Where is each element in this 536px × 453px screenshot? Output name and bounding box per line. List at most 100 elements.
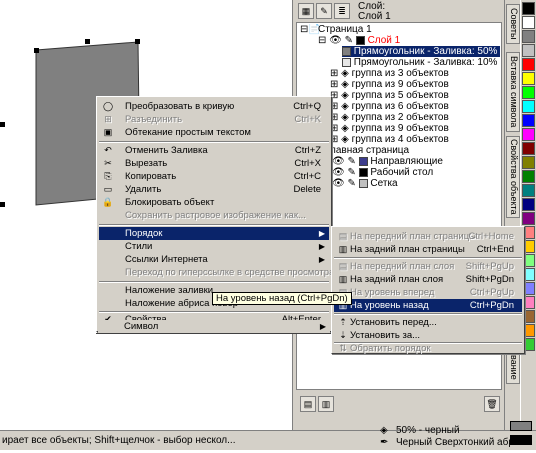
layer-name: Слой 1 <box>358 11 391 22</box>
palette-swatch[interactable] <box>522 72 535 85</box>
tree-item-group[interactable]: ⊞ ◈ группа из 2 объектов <box>330 112 500 123</box>
tree-item-layer[interactable]: ⊟ 👁 ✎ Слой 1 <box>318 35 500 46</box>
edit-icon[interactable]: ✎ <box>316 3 332 19</box>
menu-item-follow-hyperlink[interactable]: Переход по гиперссылке в средстве просмо… <box>99 266 334 279</box>
selection-handle[interactable] <box>135 39 140 44</box>
tree-item-group[interactable]: ⊞ ◈ группа из 3 объектов <box>330 68 500 79</box>
palette-swatch[interactable] <box>522 16 535 29</box>
menu-item-order[interactable]: Порядок ▶ <box>99 227 329 240</box>
tree-item-group[interactable]: ⊞ ◈ группа из 4 объектов <box>330 134 500 145</box>
status-bar: ирает все объекты; Shift+щелчок - выбор … <box>0 421 536 450</box>
menu-item-cut[interactable]: ✂ Вырезать Ctrl+X <box>99 157 329 170</box>
tree-item-page[interactable]: ⊟📄Страница 1 <box>300 24 500 35</box>
tooltip: На уровень назад (Ctrl+PgDn) <box>212 292 352 305</box>
layer-front-icon: ▤ <box>338 261 348 271</box>
tree-item-group[interactable]: ⊞ ◈ группа из 5 объектов <box>330 90 500 101</box>
fill-swatch <box>510 421 532 431</box>
palette-swatch[interactable] <box>522 198 535 211</box>
menu-separator <box>334 257 522 259</box>
palette-swatch[interactable] <box>522 30 535 43</box>
layers-icon[interactable]: ≣ <box>334 3 350 19</box>
to-back-icon: ▥ <box>338 244 348 254</box>
tree-item-rectangle-selected[interactable]: Прямоугольник - Заливка: 50% - черн <box>342 46 500 57</box>
undo-icon: ↶ <box>104 145 112 155</box>
tree-item-guides[interactable]: 👁 ✎ Направляющие <box>332 156 500 167</box>
palette-swatch[interactable] <box>522 142 535 155</box>
outline-icon: ✒ <box>380 437 389 448</box>
palette-swatch[interactable] <box>522 100 535 113</box>
submenu-behind[interactable]: ⇣ Установить за... <box>334 329 522 342</box>
submenu-forward-one[interactable]: ▤На уровень впередCtrl+PgUp <box>334 286 522 299</box>
selection-handle[interactable] <box>34 48 39 53</box>
palette-swatch[interactable] <box>522 156 535 169</box>
tree-item-desktop[interactable]: 👁 ✎ Рабочий стол <box>332 167 500 178</box>
status-hint: ирает все объекты; Shift+щелчок - выбор … <box>2 435 236 446</box>
submenu-to-front-of-page[interactable]: ▤ На передний план страницы Ctrl+Home <box>334 230 522 243</box>
behind-icon: ⇣ <box>339 330 347 340</box>
palette-swatch[interactable] <box>522 86 535 99</box>
palette-swatch[interactable] <box>522 2 535 15</box>
docker-toolbar: ▦ ✎ ≣ Слой: Слой 1 <box>296 2 502 22</box>
menu-item-save-bitmap[interactable]: Сохранить растровое изображение как... <box>99 209 329 222</box>
menu-separator <box>99 141 329 143</box>
palette-swatch[interactable] <box>522 184 535 197</box>
palette-swatch[interactable] <box>522 58 535 71</box>
delete-icon: ▭ <box>103 184 113 194</box>
submenu-arrow-icon: ▶ <box>318 255 325 264</box>
submenu-to-front-of-layer[interactable]: ▤ На передний план слоя Shift+PgUp <box>334 260 522 273</box>
menu-item-convert-to-curves[interactable]: ◯ Преобразовать в кривую Ctrl+Q <box>99 100 329 113</box>
menu-item-copy[interactable]: ⎘ Копировать Ctrl+C <box>99 170 329 183</box>
tree-item-grid[interactable]: 👁 ✎ Сетка <box>332 178 500 189</box>
palette-swatch[interactable] <box>522 44 535 57</box>
submenu-arrow-icon: ▶ <box>318 229 325 238</box>
menu-item-symbol[interactable]: Символ ▶ <box>98 320 330 333</box>
palette-swatch[interactable] <box>522 170 535 183</box>
submenu-to-back-of-page[interactable]: ▥ На задний план страницы Ctrl+End <box>334 243 522 256</box>
new-master-layer-icon[interactable]: ▥ <box>318 396 334 412</box>
submenu-reverse-order[interactable]: ⇅ Обратить порядок <box>334 342 522 355</box>
new-layer-icon[interactable]: ▤ <box>300 396 316 412</box>
reverse-order-icon: ⇅ <box>339 343 347 353</box>
scissors-icon: ✂ <box>104 158 112 168</box>
menu-item-text-wrap[interactable]: ▣ Обтекание простым текстом <box>99 126 329 139</box>
palette-swatch[interactable] <box>522 114 535 127</box>
submenu-arrow-icon: ▶ <box>319 322 326 331</box>
page-icon[interactable]: ▦ <box>298 3 314 19</box>
selection-handle[interactable] <box>0 122 5 127</box>
submenu-back-one[interactable]: ▥ На уровень назад Ctrl+PgDn <box>334 299 522 312</box>
menu-bottom-edge <box>96 333 332 334</box>
submenu-in-front-of[interactable]: ⇡ Установить перед... <box>334 316 522 329</box>
palette-swatch[interactable] <box>522 128 535 141</box>
menu-item-lock[interactable]: 🔒 Блокировать объект <box>99 196 329 209</box>
menu-item-delete[interactable]: ▭ Удалить Delete <box>99 183 329 196</box>
tree-item-group[interactable]: ⊞ ◈ группа из 6 объектов <box>330 101 500 112</box>
selection-handle[interactable] <box>0 202 5 207</box>
tree-item-master-page[interactable]: лавная страница <box>330 145 500 156</box>
palette-swatch[interactable] <box>522 212 535 225</box>
menu-item-internet-links[interactable]: Ссылки Интернета ▶ <box>99 253 329 266</box>
to-front-icon: ▤ <box>338 231 348 241</box>
lock-icon: 🔒 <box>102 197 114 207</box>
tree-item-group[interactable]: ⊞ ◈ группа из 9 объектов <box>330 123 500 134</box>
tab-tips[interactable]: Советы <box>506 4 520 44</box>
docker-tabs: Советы Вставка символа Свойства объекта … <box>504 0 520 430</box>
outline-status: Черный Сверхтонкий абрис <box>396 437 525 448</box>
menu-separator <box>99 281 329 283</box>
layer-back-icon: ▥ <box>338 274 348 284</box>
tree-item-rectangle[interactable]: Прямоугольник - Заливка: 10% - черн <box>342 57 500 68</box>
copy-icon: ⎘ <box>104 171 112 181</box>
outline-swatch <box>510 435 532 445</box>
tab-object-properties[interactable]: Свойства объекта <box>506 136 520 218</box>
break-apart-icon: ⊞ <box>104 114 112 124</box>
submenu-arrow-icon: ▶ <box>318 242 325 251</box>
trash-icon[interactable]: 🗑 <box>484 396 500 412</box>
selection-handle[interactable] <box>85 39 90 44</box>
menu-item-styles[interactable]: Стили ▶ <box>99 240 329 253</box>
submenu-to-back-of-layer[interactable]: ▥ На задний план слоя Shift+PgDn <box>334 273 522 286</box>
menu-item-break-apart[interactable]: ⊞ Разъединить Ctrl+K <box>99 113 329 126</box>
convert-curve-icon: ◯ <box>102 101 114 111</box>
tab-insert-character[interactable]: Вставка символа <box>506 52 520 132</box>
tree-item-group[interactable]: ⊞ ◈ группа из 9 объектов <box>330 79 500 90</box>
menu-separator <box>99 224 329 226</box>
menu-item-undo[interactable]: ↶ Отменить Заливка Ctrl+Z <box>99 144 329 157</box>
